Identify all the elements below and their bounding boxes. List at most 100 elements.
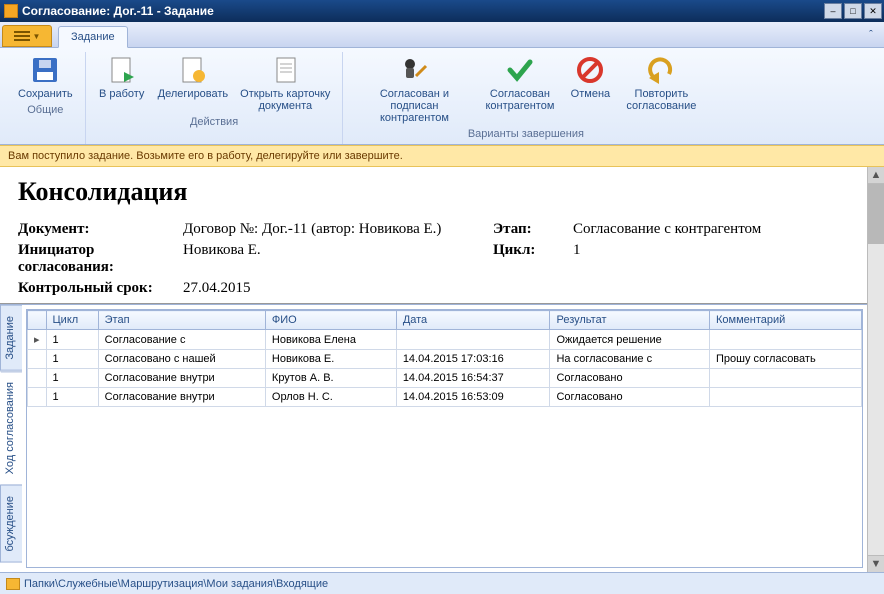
agreed-signed-button[interactable]: Согласован и подписан контрагентом <box>349 52 479 126</box>
delegate-label: Делегировать <box>158 88 229 100</box>
label-initiator: Инициатор согласования: <box>18 242 183 276</box>
close-button[interactable]: ✕ <box>864 3 882 19</box>
undo-icon <box>645 54 677 86</box>
cancel-label: Отмена <box>571 88 610 100</box>
check-icon <box>504 54 536 86</box>
col-result[interactable]: Результат <box>550 311 710 330</box>
scroll-up-icon[interactable]: ▲ <box>868 167 884 184</box>
cell-result: На согласование с <box>550 350 710 369</box>
status-bar: Папки\Служебные\Маршрутизация\Мои задани… <box>0 572 884 594</box>
col-indicator <box>28 311 47 330</box>
cell-comment <box>710 330 862 350</box>
delegate-button[interactable]: Делегировать <box>152 52 235 114</box>
value-deadline: 27.04.2015 <box>183 280 493 297</box>
ribbon: Сохранить Общие В работу Делегировать <box>0 48 884 145</box>
open-card-label: Открыть карточку документа <box>240 88 330 112</box>
cell-date: 14.04.2015 16:54:37 <box>396 369 550 388</box>
maximize-button[interactable]: □ <box>844 3 862 19</box>
cell-cycle: 1 <box>46 369 98 388</box>
cell-comment <box>710 369 862 388</box>
cell-result: Ожидается решение <box>550 330 710 350</box>
col-date[interactable]: Дата <box>396 311 550 330</box>
approval-table: Цикл Этап ФИО Дата Результат Комментарий… <box>27 310 862 407</box>
cell-cycle: 1 <box>46 388 98 407</box>
group-label-general: Общие <box>12 102 79 120</box>
col-comment[interactable]: Комментарий <box>710 311 862 330</box>
col-cycle[interactable]: Цикл <box>46 311 98 330</box>
start-work-label: В работу <box>99 88 144 100</box>
cell-cycle: 1 <box>46 330 98 350</box>
label-cycle: Цикл: <box>493 242 573 276</box>
cell-comment: Прошу согласовать <box>710 350 862 369</box>
notice-bar: Вам поступило задание. Возьмите его в ра… <box>0 145 884 167</box>
cell-stage: Согласование внутри <box>98 388 265 407</box>
agreed-button[interactable]: Согласован контрагентом <box>479 52 560 126</box>
repeat-button[interactable]: Повторить согласование <box>620 52 702 126</box>
agreed-signed-label: Согласован и подписан контрагентом <box>355 88 473 124</box>
agreed-label: Согласован контрагентом <box>485 88 554 112</box>
forbidden-icon <box>574 54 606 86</box>
side-tabs: Задание Ход согласования бсуждение <box>0 305 22 572</box>
scrollbar[interactable]: ▲ ▼ <box>867 167 884 572</box>
row-indicator <box>28 369 47 388</box>
row-indicator <box>28 388 47 407</box>
sign-icon <box>398 54 430 86</box>
approval-grid: Цикл Этап ФИО Дата Результат Комментарий… <box>26 309 863 568</box>
start-work-button[interactable]: В работу <box>92 52 152 114</box>
page-title: Консолидация <box>18 177 849 207</box>
cell-fio: Новикова Е. <box>265 350 396 369</box>
repeat-label: Повторить согласование <box>626 88 696 112</box>
cell-fio: Крутов А. В. <box>265 369 396 388</box>
save-label: Сохранить <box>18 88 73 100</box>
cell-comment <box>710 388 862 407</box>
col-stage[interactable]: Этап <box>98 311 265 330</box>
table-row[interactable]: 1Согласовано с нашейНовикова Е.14.04.201… <box>28 350 862 369</box>
cell-stage: Согласовано с нашей <box>98 350 265 369</box>
document-header: Консолидация Документ: Договор №: Дог.-1… <box>0 167 867 304</box>
table-row[interactable]: ▸1Согласование сНовикова Елена Ожидается … <box>28 330 862 350</box>
folder-icon <box>6 578 20 590</box>
save-button[interactable]: Сохранить <box>12 52 79 102</box>
row-indicator <box>28 350 47 369</box>
menu-icon <box>14 31 30 41</box>
cell-stage: Согласование с <box>98 330 265 350</box>
table-row[interactable]: 1Согласование внутриОрлов Н. С.14.04.201… <box>28 388 862 407</box>
scroll-thumb[interactable] <box>868 184 884 244</box>
label-deadline: Контрольный срок: <box>18 280 183 297</box>
cell-fio: Орлов Н. С. <box>265 388 396 407</box>
table-row[interactable]: 1Согласование внутриКрутов А. В.14.04.20… <box>28 369 862 388</box>
breadcrumb[interactable]: Папки\Служебные\Маршрутизация\Мои задани… <box>24 578 328 590</box>
cell-cycle: 1 <box>46 350 98 369</box>
cell-date: 14.04.2015 16:53:09 <box>396 388 550 407</box>
value-cycle: 1 <box>573 242 849 276</box>
side-tab-discussion[interactable]: бсуждение <box>0 485 22 563</box>
ribbon-group-actions: В работу Делегировать Открыть карточку д… <box>86 52 344 144</box>
cancel-button[interactable]: Отмена <box>560 52 620 126</box>
group-label-results: Варианты завершения <box>349 126 702 144</box>
group-label-actions: Действия <box>92 114 337 132</box>
cell-result: Согласовано <box>550 369 710 388</box>
chevron-down-icon: ▼ <box>33 32 41 41</box>
row-indicator: ▸ <box>28 330 47 350</box>
ribbon-group-results: Согласован и подписан контрагентом Согла… <box>343 52 708 144</box>
file-menu-button[interactable]: ▼ <box>2 25 52 47</box>
title-bar: Согласование: Дог.-11 - Задание – □ ✕ <box>0 0 884 22</box>
ribbon-collapse-icon[interactable]: ˆ <box>864 28 878 42</box>
ribbon-group-general: Сохранить Общие <box>6 52 86 144</box>
side-tab-progress[interactable]: Ход согласования <box>0 371 22 485</box>
cell-result: Согласовано <box>550 388 710 407</box>
app-icon <box>4 4 18 18</box>
minimize-button[interactable]: – <box>824 3 842 19</box>
cell-date <box>396 330 550 350</box>
side-tab-task[interactable]: Задание <box>0 305 22 371</box>
col-fio[interactable]: ФИО <box>265 311 396 330</box>
value-initiator: Новикова Е. <box>183 242 493 276</box>
scroll-down-icon[interactable]: ▼ <box>868 555 884 572</box>
open-card-button[interactable]: Открыть карточку документа <box>234 52 336 114</box>
ribbon-tabstrip: ▼ Задание ˆ <box>0 22 884 48</box>
cell-fio: Новикова Елена <box>265 330 396 350</box>
delegate-icon <box>177 54 209 86</box>
cell-stage: Согласование внутри <box>98 369 265 388</box>
tab-task[interactable]: Задание <box>58 26 128 48</box>
value-stage: Согласование с контрагентом <box>573 221 849 238</box>
